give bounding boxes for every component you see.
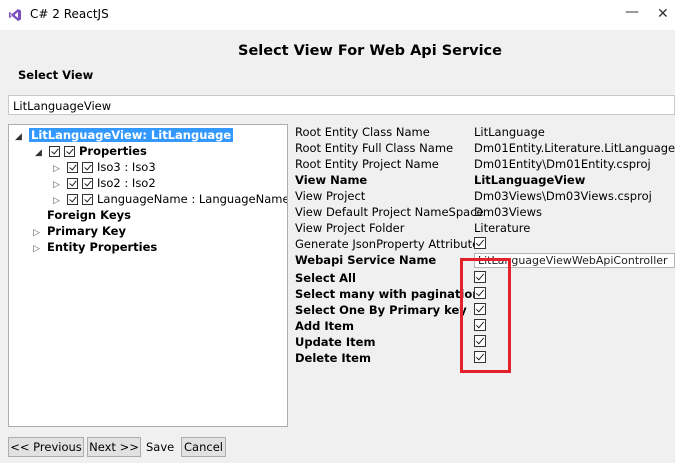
update-item-label: Update Item — [295, 335, 376, 349]
root-entity-full-class-name-label: Root Entity Full Class Name — [295, 141, 454, 155]
highlight-annotation-box — [460, 258, 511, 373]
tree-node-label: Primary Key — [47, 224, 126, 238]
expand-closed-icon[interactable]: ▷ — [33, 241, 43, 257]
root-entity-project-name-value: Dm01Entity\Dm01Entity.csproj — [474, 157, 651, 171]
view-default-namespace-value: Dm03Views — [474, 205, 542, 219]
view-project-folder-value: Literature — [474, 221, 531, 235]
view-name-value: LitLanguageView — [474, 173, 586, 187]
checkbox[interactable] — [49, 146, 60, 157]
next-button[interactable]: Next >> — [87, 437, 141, 457]
view-project-label: View Project — [295, 189, 366, 203]
tree-node-label: LanguageName : LanguageName — [97, 192, 288, 206]
tree-node-primary-key[interactable]: ▷ Primary Key — [33, 223, 126, 239]
view-project-folder-label: View Project Folder — [295, 221, 405, 235]
view-select[interactable]: LitLanguageView — [8, 95, 675, 115]
visual-studio-icon — [9, 9, 21, 21]
expand-open-icon[interactable]: ◢ — [35, 145, 45, 161]
delete-item-label: Delete Item — [295, 351, 371, 365]
tree-root-label: LitLanguageView: LitLanguage — [29, 128, 234, 142]
select-view-label: Select View — [18, 68, 94, 82]
select-many-label: Select many with pagination — [295, 287, 481, 301]
tree-node-label: Properties — [79, 144, 147, 158]
root-entity-class-name-label: Root Entity Class Name — [295, 125, 430, 139]
root-entity-project-name-label: Root Entity Project Name — [295, 157, 439, 171]
generate-json-property-label: Generate JsonProperty Attribute — [295, 237, 480, 251]
webapi-service-name-label: Webapi Service Name — [295, 253, 437, 267]
tree-node-foreign-keys[interactable]: Foreign Keys — [47, 207, 131, 223]
tree-node-iso2[interactable]: ▷ Iso2 : Iso2 — [53, 175, 156, 191]
root-entity-full-class-name-value: Dm01Entity.Literature.LitLanguage — [474, 141, 675, 155]
save-button[interactable]: Save — [146, 440, 174, 454]
checkbox[interactable] — [67, 162, 78, 173]
previous-button[interactable]: << Previous — [8, 437, 84, 457]
select-all-label: Select All — [295, 271, 356, 285]
tree-node-label: Iso2 : Iso2 — [97, 176, 156, 190]
window-title: C# 2 ReactJS — [30, 7, 109, 21]
generate-json-property-checkbox[interactable] — [474, 237, 486, 249]
root-entity-class-name-value: LitLanguage — [474, 125, 545, 139]
tree-node-label: Iso3 : Iso3 — [97, 160, 156, 174]
view-project-value: Dm03Views\Dm03Views.csproj — [474, 189, 652, 203]
checkbox[interactable] — [67, 194, 78, 205]
tree-node-properties[interactable]: ◢ Properties — [35, 143, 147, 159]
expand-open-icon[interactable]: ◢ — [15, 129, 25, 145]
checkbox[interactable] — [82, 162, 93, 173]
select-one-label: Select One By Primary key — [295, 303, 467, 317]
view-name-label: View Name — [295, 173, 368, 187]
add-item-label: Add Item — [295, 319, 354, 333]
view-default-namespace-label: View Default Project NameSpace — [295, 205, 484, 219]
dialog-title: Select View For Web Api Service — [238, 43, 502, 59]
tree-root-node[interactable]: ◢ LitLanguageView: LitLanguage — [15, 127, 234, 145]
tree-node-iso3[interactable]: ▷ Iso3 : Iso3 — [53, 159, 156, 175]
tree-node-entity-properties[interactable]: ▷ Entity Properties — [33, 239, 157, 255]
minimize-icon[interactable]: — — [625, 4, 639, 20]
checkbox[interactable] — [64, 146, 75, 157]
tree-node-label: Entity Properties — [47, 240, 158, 254]
checkbox[interactable] — [82, 178, 93, 189]
close-icon[interactable]: ✕ — [657, 6, 675, 22]
cancel-button[interactable]: Cancel — [181, 437, 226, 457]
entity-tree[interactable]: ◢ LitLanguageView: LitLanguage ◢ Propertie… — [8, 124, 288, 427]
tree-node-languagename[interactable]: ▷ LanguageName : LanguageName — [53, 191, 288, 207]
checkbox[interactable] — [82, 194, 93, 205]
checkbox[interactable] — [67, 178, 78, 189]
